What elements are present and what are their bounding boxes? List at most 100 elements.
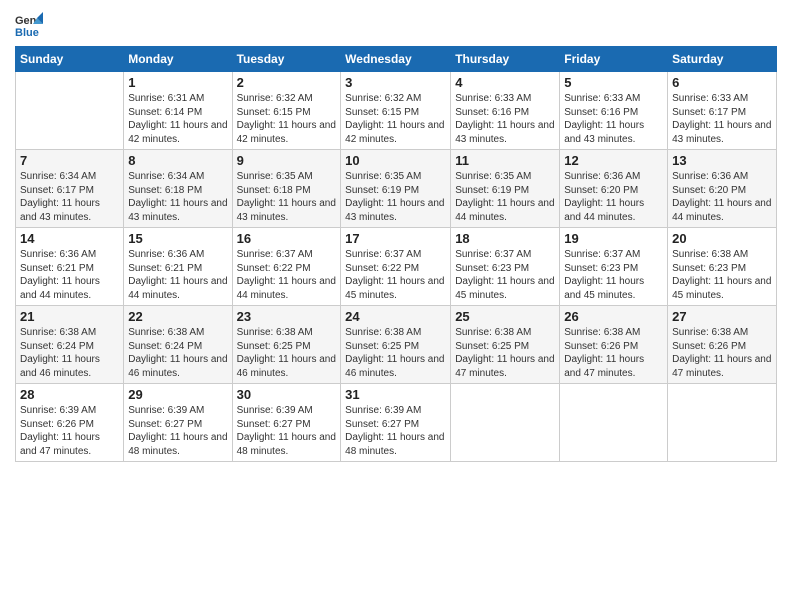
- day-number: 7: [20, 153, 119, 168]
- day-number: 15: [128, 231, 227, 246]
- day-info: Sunrise: 6:35 AM Sunset: 6:19 PM Dayligh…: [455, 170, 555, 224]
- header-cell-friday: Friday: [560, 47, 668, 72]
- logo: General Blue: [15, 10, 47, 38]
- day-number: 27: [672, 309, 772, 324]
- day-info: Sunrise: 6:33 AM Sunset: 6:17 PM Dayligh…: [672, 92, 772, 146]
- day-cell: 14 Sunrise: 6:36 AM Sunset: 6:21 PM Dayli…: [16, 228, 124, 306]
- day-number: 3: [345, 75, 446, 90]
- day-number: 25: [455, 309, 555, 324]
- day-info: Sunrise: 6:31 AM Sunset: 6:14 PM Dayligh…: [128, 92, 227, 146]
- header: General Blue: [15, 10, 777, 38]
- day-cell: 10 Sunrise: 6:35 AM Sunset: 6:19 PM Dayli…: [341, 150, 451, 228]
- day-info: Sunrise: 6:38 AM Sunset: 6:24 PM Dayligh…: [128, 326, 227, 380]
- day-cell: 4 Sunrise: 6:33 AM Sunset: 6:16 PM Daylig…: [451, 72, 560, 150]
- week-row-4: 21 Sunrise: 6:38 AM Sunset: 6:24 PM Dayli…: [16, 306, 777, 384]
- day-cell: 19 Sunrise: 6:37 AM Sunset: 6:23 PM Dayli…: [560, 228, 668, 306]
- day-info: Sunrise: 6:38 AM Sunset: 6:25 PM Dayligh…: [455, 326, 555, 380]
- day-info: Sunrise: 6:38 AM Sunset: 6:24 PM Dayligh…: [20, 326, 119, 380]
- day-number: 21: [20, 309, 119, 324]
- day-number: 19: [564, 231, 663, 246]
- day-info: Sunrise: 6:37 AM Sunset: 6:23 PM Dayligh…: [564, 248, 663, 302]
- day-number: 22: [128, 309, 227, 324]
- day-info: Sunrise: 6:39 AM Sunset: 6:27 PM Dayligh…: [237, 404, 337, 458]
- logo-icon: General Blue: [15, 10, 43, 38]
- day-cell: 16 Sunrise: 6:37 AM Sunset: 6:22 PM Dayli…: [232, 228, 341, 306]
- day-cell: [560, 384, 668, 462]
- calendar-table: SundayMondayTuesdayWednesdayThursdayFrid…: [15, 46, 777, 462]
- day-info: Sunrise: 6:39 AM Sunset: 6:27 PM Dayligh…: [128, 404, 227, 458]
- day-cell: 18 Sunrise: 6:37 AM Sunset: 6:23 PM Dayli…: [451, 228, 560, 306]
- day-cell: 26Sunrise: 6:38 AM Sunset: 6:26 PM Dayli…: [560, 306, 668, 384]
- day-cell: 25 Sunrise: 6:38 AM Sunset: 6:25 PM Dayli…: [451, 306, 560, 384]
- day-number: 6: [672, 75, 772, 90]
- day-cell: 28 Sunrise: 6:39 AM Sunset: 6:26 PM Dayli…: [16, 384, 124, 462]
- day-cell: [16, 72, 124, 150]
- day-info: Sunrise: 6:36 AM Sunset: 6:20 PM Dayligh…: [564, 170, 663, 224]
- day-cell: [451, 384, 560, 462]
- day-cell: 17Sunrise: 6:37 AM Sunset: 6:22 PM Dayli…: [341, 228, 451, 306]
- day-number: 12: [564, 153, 663, 168]
- day-cell: [668, 384, 777, 462]
- day-number: 1: [128, 75, 227, 90]
- day-info: Sunrise: 6:36 AM Sunset: 6:21 PM Dayligh…: [20, 248, 119, 302]
- day-cell: 21 Sunrise: 6:38 AM Sunset: 6:24 PM Dayli…: [16, 306, 124, 384]
- day-number: 14: [20, 231, 119, 246]
- day-info: Sunrise: 6:33 AM Sunset: 6:16 PM Dayligh…: [455, 92, 555, 146]
- header-cell-thursday: Thursday: [451, 47, 560, 72]
- day-cell: 23Sunrise: 6:38 AM Sunset: 6:25 PM Dayli…: [232, 306, 341, 384]
- day-number: 10: [345, 153, 446, 168]
- day-cell: 8Sunrise: 6:34 AM Sunset: 6:18 PM Daylig…: [124, 150, 232, 228]
- day-cell: 20Sunrise: 6:38 AM Sunset: 6:23 PM Dayli…: [668, 228, 777, 306]
- day-number: 8: [128, 153, 227, 168]
- day-cell: 13Sunrise: 6:36 AM Sunset: 6:20 PM Dayli…: [668, 150, 777, 228]
- svg-text:Blue: Blue: [15, 27, 39, 38]
- day-cell: 22 Sunrise: 6:38 AM Sunset: 6:24 PM Dayli…: [124, 306, 232, 384]
- day-info: Sunrise: 6:38 AM Sunset: 6:26 PM Dayligh…: [672, 326, 772, 380]
- day-info: Sunrise: 6:33 AM Sunset: 6:16 PM Dayligh…: [564, 92, 663, 146]
- day-info: Sunrise: 6:37 AM Sunset: 6:23 PM Dayligh…: [455, 248, 555, 302]
- day-number: 17: [345, 231, 446, 246]
- day-number: 29: [128, 387, 227, 402]
- day-cell: 2 Sunrise: 6:32 AM Sunset: 6:15 PM Daylig…: [232, 72, 341, 150]
- day-number: 28: [20, 387, 119, 402]
- day-info: Sunrise: 6:34 AM Sunset: 6:17 PM Dayligh…: [20, 170, 119, 224]
- day-number: 2: [237, 75, 337, 90]
- day-info: Sunrise: 6:32 AM Sunset: 6:15 PM Dayligh…: [237, 92, 337, 146]
- day-number: 18: [455, 231, 555, 246]
- day-info: Sunrise: 6:38 AM Sunset: 6:25 PM Dayligh…: [345, 326, 446, 380]
- day-info: Sunrise: 6:35 AM Sunset: 6:19 PM Dayligh…: [345, 170, 446, 224]
- day-cell: 30Sunrise: 6:39 AM Sunset: 6:27 PM Dayli…: [232, 384, 341, 462]
- day-info: Sunrise: 6:36 AM Sunset: 6:20 PM Dayligh…: [672, 170, 772, 224]
- week-row-3: 14 Sunrise: 6:36 AM Sunset: 6:21 PM Dayli…: [16, 228, 777, 306]
- page: General Blue SundayMondayTuesdayWednesda…: [0, 0, 792, 612]
- day-info: Sunrise: 6:37 AM Sunset: 6:22 PM Dayligh…: [237, 248, 337, 302]
- day-info: Sunrise: 6:39 AM Sunset: 6:26 PM Dayligh…: [20, 404, 119, 458]
- day-info: Sunrise: 6:38 AM Sunset: 6:26 PM Dayligh…: [564, 326, 663, 380]
- day-info: Sunrise: 6:38 AM Sunset: 6:25 PM Dayligh…: [237, 326, 337, 380]
- day-number: 16: [237, 231, 337, 246]
- day-number: 20: [672, 231, 772, 246]
- day-cell: 11 Sunrise: 6:35 AM Sunset: 6:19 PM Dayli…: [451, 150, 560, 228]
- day-info: Sunrise: 6:39 AM Sunset: 6:27 PM Dayligh…: [345, 404, 446, 458]
- day-number: 11: [455, 153, 555, 168]
- day-cell: 12 Sunrise: 6:36 AM Sunset: 6:20 PM Dayli…: [560, 150, 668, 228]
- week-row-2: 7 Sunrise: 6:34 AM Sunset: 6:17 PM Daylig…: [16, 150, 777, 228]
- day-cell: 27 Sunrise: 6:38 AM Sunset: 6:26 PM Dayli…: [668, 306, 777, 384]
- week-row-1: 1 Sunrise: 6:31 AM Sunset: 6:14 PM Daylig…: [16, 72, 777, 150]
- day-cell: 1 Sunrise: 6:31 AM Sunset: 6:14 PM Daylig…: [124, 72, 232, 150]
- day-cell: 3Sunrise: 6:32 AM Sunset: 6:15 PM Daylig…: [341, 72, 451, 150]
- day-number: 31: [345, 387, 446, 402]
- header-row: SundayMondayTuesdayWednesdayThursdayFrid…: [16, 47, 777, 72]
- day-cell: 24Sunrise: 6:38 AM Sunset: 6:25 PM Dayli…: [341, 306, 451, 384]
- header-cell-saturday: Saturday: [668, 47, 777, 72]
- header-cell-tuesday: Tuesday: [232, 47, 341, 72]
- day-cell: 9Sunrise: 6:35 AM Sunset: 6:18 PM Daylig…: [232, 150, 341, 228]
- header-cell-wednesday: Wednesday: [341, 47, 451, 72]
- header-cell-sunday: Sunday: [16, 47, 124, 72]
- day-info: Sunrise: 6:36 AM Sunset: 6:21 PM Dayligh…: [128, 248, 227, 302]
- day-cell: 7 Sunrise: 6:34 AM Sunset: 6:17 PM Daylig…: [16, 150, 124, 228]
- day-cell: 5Sunrise: 6:33 AM Sunset: 6:16 PM Daylig…: [560, 72, 668, 150]
- day-info: Sunrise: 6:35 AM Sunset: 6:18 PM Dayligh…: [237, 170, 337, 224]
- day-cell: 29 Sunrise: 6:39 AM Sunset: 6:27 PM Dayli…: [124, 384, 232, 462]
- day-number: 4: [455, 75, 555, 90]
